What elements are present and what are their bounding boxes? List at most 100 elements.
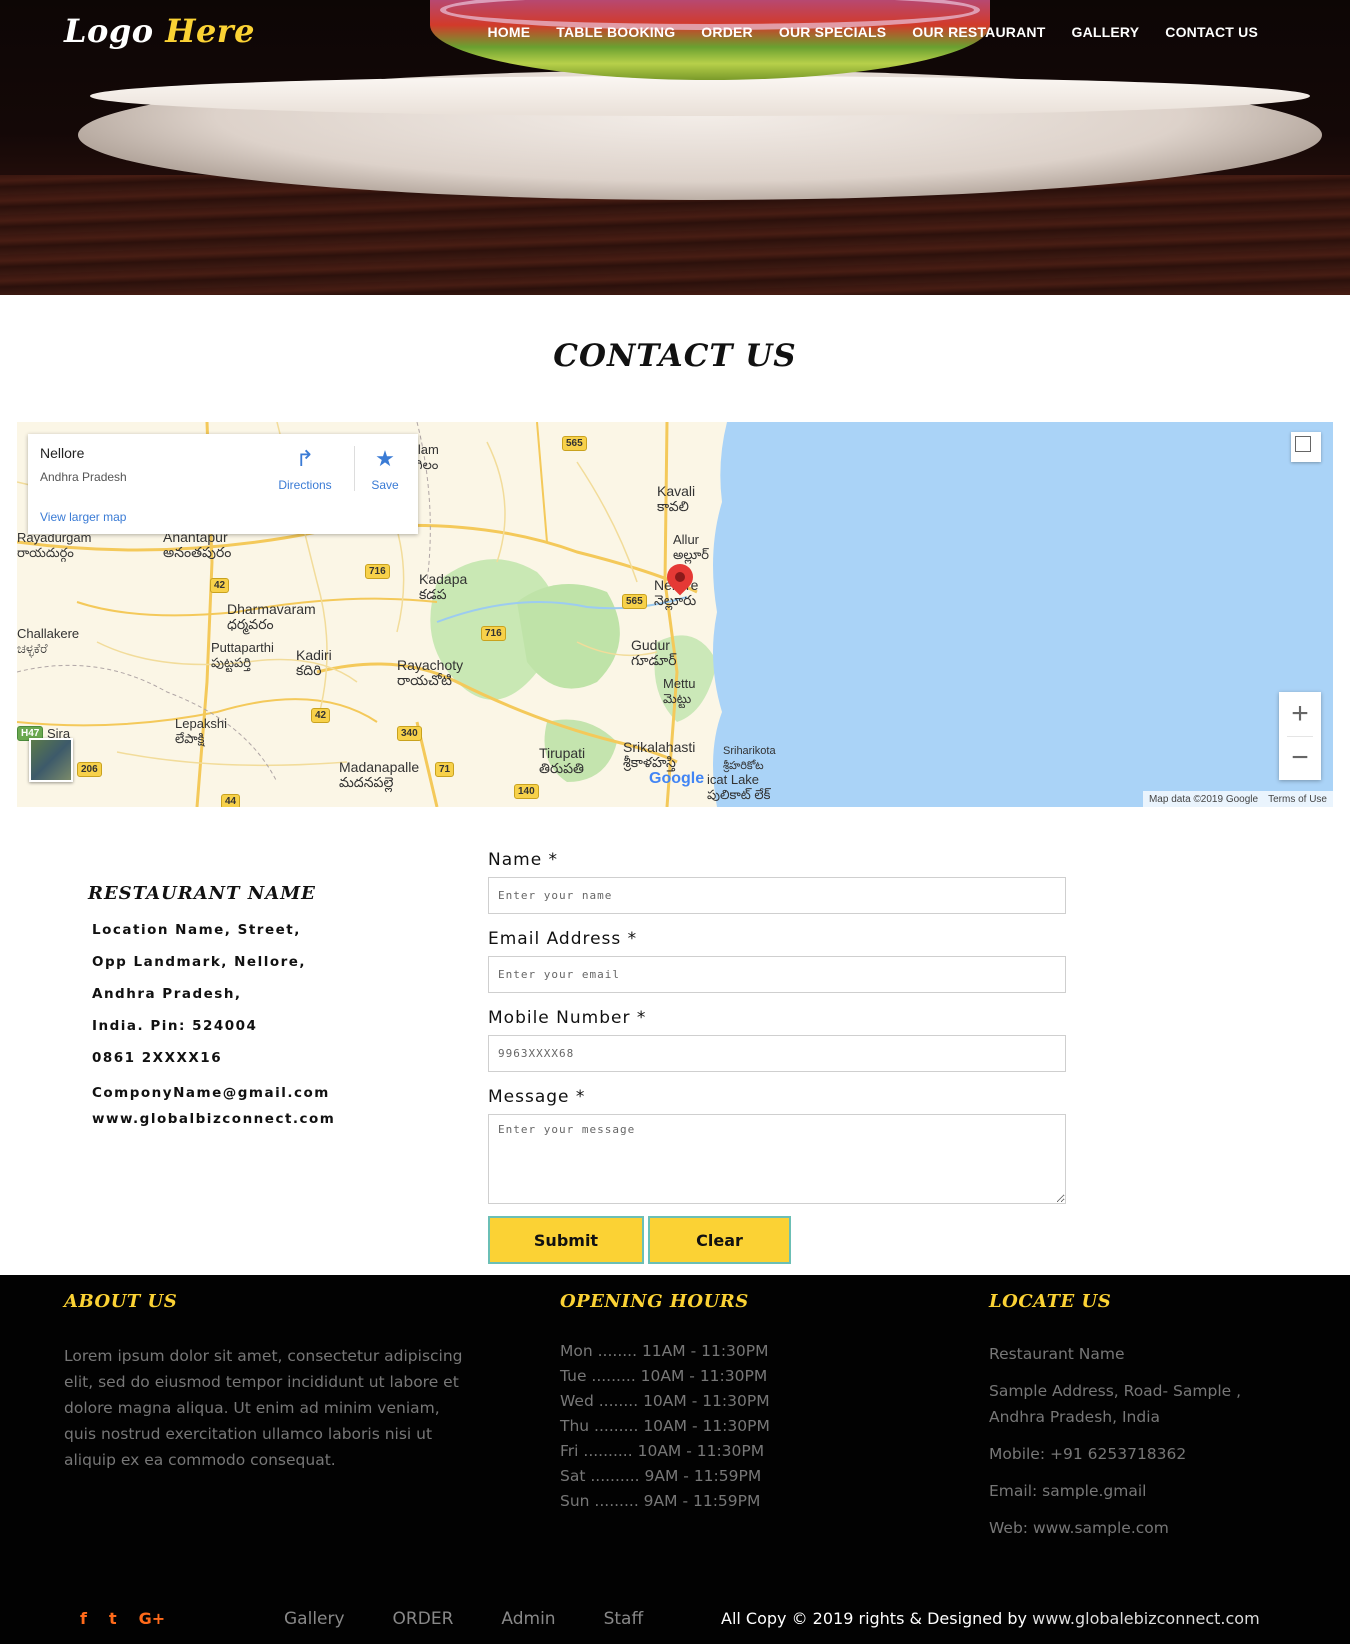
view-larger-map-link[interactable]: View larger map [40, 510, 126, 524]
map-town-gudur: Gudur గూడూర్ [631, 637, 677, 668]
mobile-input[interactable] [488, 1035, 1066, 1072]
form-buttons: Submit Clear [488, 1216, 1066, 1264]
locate-us-list: Restaurant Name Sample Address, Road- Sa… [989, 1341, 1249, 1552]
locate-email: Email: sample.gmail [989, 1482, 1147, 1500]
locate-address: Sample Address, Road- Sample , Andhra Pr… [989, 1382, 1242, 1426]
hours-row: Wed ........ 10AM - 11:30PM [560, 1392, 770, 1410]
map-place-region: Andhra Pradesh [40, 470, 127, 484]
locate-mobile: Mobile: +91 6253718362 [989, 1445, 1187, 1463]
route-shield: 44 [221, 794, 241, 807]
google-map[interactable]: Kavaliకావలి Allurఅల్లూర్ Nelloreనెల్లూరు… [17, 422, 1333, 807]
map-town-pulicat-lake: icat Lake పులికాట్ లేక్ [707, 772, 771, 802]
logo-text: Logo [64, 12, 166, 50]
about-us-heading: ABOUT US [64, 1291, 178, 1312]
designer-link[interactable]: www.globalebizconnect.com [1032, 1609, 1260, 1628]
route-shield: 716 [481, 626, 506, 641]
map-town-lepakshi: Lepakshi లేపాక్షి [175, 716, 228, 746]
contact-website: www.globalbizconnect.com [92, 1111, 336, 1127]
submit-button[interactable]: Submit [488, 1216, 644, 1264]
directions-label: Directions [278, 478, 332, 492]
map-town-puttaparthi: Puttaparthi పుట్టపర్తి [211, 640, 274, 670]
nav-table-booking[interactable]: TABLE BOOKING [556, 24, 675, 40]
footer-link-staff[interactable]: Staff [604, 1609, 644, 1629]
nav-gallery[interactable]: GALLERY [1071, 24, 1139, 40]
hero-plate-rim [90, 76, 1310, 116]
route-shield: 42 [311, 708, 331, 723]
terms-link[interactable]: Terms of Use [1268, 794, 1327, 805]
locate-name: Restaurant Name [989, 1345, 1125, 1363]
mobile-label: Mobile Number * [488, 1008, 647, 1028]
map-attribution: Map data ©2019 Google Terms of Use [1142, 791, 1333, 807]
page-title: CONTACT US [553, 338, 797, 374]
google-plus-icon[interactable]: G+ [139, 1609, 166, 1628]
main-nav: HOME TABLE BOOKING ORDER OUR SPECIALS OU… [487, 24, 1258, 40]
copyright: All Copy © 2019 rights & Designed by www… [721, 1609, 1260, 1628]
footer-bottom-bar: f t G+ Gallery ORDER Admin Staff All Cop… [0, 1603, 1350, 1644]
directions-icon: ↱ [295, 446, 315, 471]
nav-our-specials[interactable]: OUR SPECIALS [779, 24, 886, 40]
message-textarea[interactable] [488, 1114, 1066, 1204]
save-label: Save [371, 478, 399, 492]
star-icon: ★ [375, 446, 395, 471]
map-town-rayadurgam: Rayadurgam రాయదుర్గం [17, 530, 92, 560]
satellite-toggle[interactable] [29, 738, 73, 782]
map-town-dharmavaram: Dharmavaram ధర్మవరం [227, 601, 316, 632]
email-input[interactable] [488, 956, 1066, 993]
footer-link-gallery[interactable]: Gallery [284, 1609, 345, 1629]
twitter-icon[interactable]: t [109, 1609, 117, 1628]
hours-row: Tue ......... 10AM - 11:30PM [560, 1367, 768, 1385]
address-line: Opp Landmark, Nellore, [92, 954, 307, 970]
nav-contact-us[interactable]: CONTACT US [1165, 24, 1258, 40]
route-shield: 71 [435, 762, 455, 777]
name-label: Name * [488, 850, 559, 870]
route-shield: 340 [397, 726, 422, 741]
map-town-madanapalle: Madanapalle మదనపల్లె [339, 759, 420, 790]
hours-row: Fri .......... 10AM - 11:30PM [560, 1442, 765, 1460]
route-shield: 565 [622, 594, 647, 609]
map-town-allur: Allur అల్లూర్ [673, 532, 710, 562]
map-place-name: Nellore [40, 445, 85, 461]
footer-link-admin[interactable]: Admin [501, 1609, 555, 1629]
footer-link-order[interactable]: ORDER [393, 1609, 454, 1629]
restaurant-name-heading: RESTAURANT NAME [88, 883, 316, 904]
clear-button[interactable]: Clear [648, 1216, 791, 1264]
message-label: Message * [488, 1087, 586, 1107]
route-shield: 140 [514, 784, 539, 799]
map-town-challakere: Challakere ಚಳ್ಳಕೆರೆ [17, 626, 80, 656]
email-label: Email Address * [488, 929, 638, 949]
footer-links: Gallery ORDER Admin Staff [284, 1609, 643, 1629]
site-logo[interactable]: Logo Here [64, 12, 255, 50]
zoom-out-button[interactable]: − [1279, 736, 1321, 780]
zoom-control: + − [1279, 692, 1321, 780]
map-town-sriharikota: Sriharikota శ్రీహరికోట [723, 745, 776, 772]
google-logo: Google [649, 770, 705, 787]
name-input[interactable] [488, 877, 1066, 914]
route-shield: 42 [210, 578, 230, 593]
nav-our-restaurant[interactable]: OUR RESTAURANT [912, 24, 1045, 40]
directions-button[interactable]: ↱ Directions [270, 446, 340, 492]
save-button[interactable]: ★ Save [360, 446, 410, 492]
phone-number: 0861 2XXXX16 [92, 1050, 223, 1066]
nav-home[interactable]: HOME [487, 24, 530, 40]
map-town-ilam: ilam గిలం [415, 442, 439, 472]
hours-row: Sat .......... 9AM - 11:59PM [560, 1467, 762, 1485]
hours-row: Sun ......... 9AM - 11:59PM [560, 1492, 761, 1510]
zoom-divider [1287, 736, 1313, 737]
locate-web: Web: www.sample.com [989, 1519, 1169, 1537]
fullscreen-toggle[interactable] [1291, 432, 1321, 462]
logo-highlight: Here [165, 12, 256, 50]
social-links: f t G+ [80, 1609, 165, 1628]
hours-row: Thu ......... 10AM - 11:30PM [560, 1417, 770, 1435]
facebook-icon[interactable]: f [80, 1609, 87, 1628]
map-town-anantapur: Anantapur అనంతపురం [163, 529, 232, 560]
map-info-card: Nellore Andhra Pradesh View larger map ↱… [28, 434, 418, 534]
map-town-kavali: Kavali కావలి [657, 483, 696, 514]
locate-us-heading: LOCATE US [989, 1291, 1112, 1312]
map-town-kadiri: Kadiri కదిరి [296, 647, 332, 678]
zoom-in-button[interactable]: + [1279, 692, 1321, 736]
contact-form: Name * Email Address * Mobile Number * M… [488, 850, 1066, 1264]
map-town-tirupati: Tirupati తిరుపతి [539, 745, 586, 776]
fullscreen-icon [1295, 436, 1311, 452]
nav-order[interactable]: ORDER [701, 24, 753, 40]
contact-email: ComponyName@gmail.com [92, 1085, 330, 1101]
